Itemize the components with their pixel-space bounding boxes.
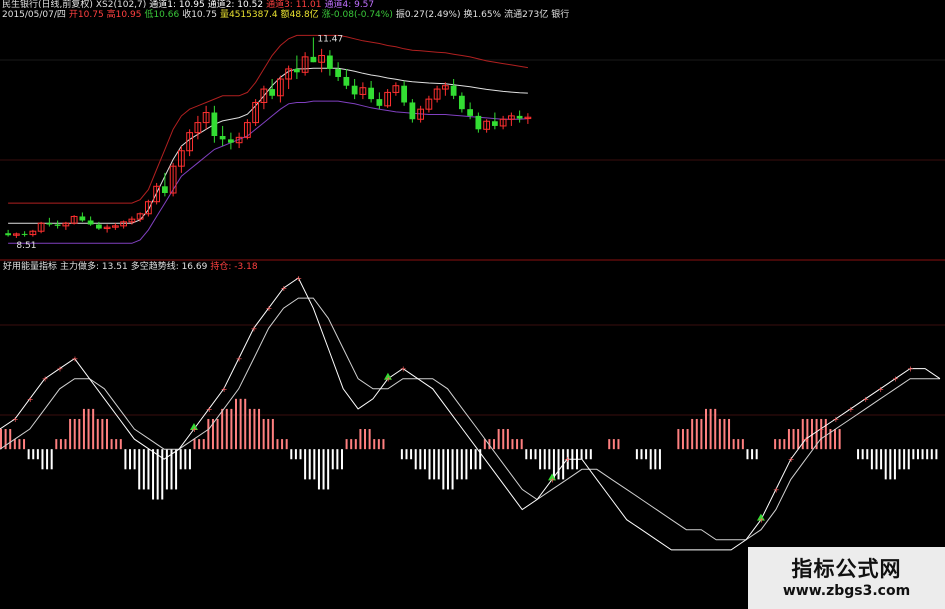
rising-marker: + xyxy=(818,425,825,434)
candle-body xyxy=(46,223,53,225)
rising-marker: + xyxy=(251,324,258,333)
candle-body xyxy=(475,115,482,130)
candle-body xyxy=(376,99,383,106)
candle-body xyxy=(293,68,300,73)
rising-marker: + xyxy=(788,455,795,464)
candle-body xyxy=(401,85,408,103)
rising-marker: + xyxy=(400,365,407,374)
main-force-line xyxy=(0,277,941,551)
rising-marker: + xyxy=(847,405,854,414)
candle-body xyxy=(79,216,86,221)
rising-marker: + xyxy=(236,355,243,364)
candle-body xyxy=(351,85,358,95)
rising-marker: + xyxy=(266,304,273,313)
rising-marker: + xyxy=(42,375,49,384)
rising-marker: + xyxy=(862,395,869,404)
mid-channel-line xyxy=(8,67,528,224)
lower-channel-line xyxy=(8,100,528,244)
candle-body xyxy=(211,112,218,136)
candle-body xyxy=(516,115,523,119)
rising-marker: + xyxy=(803,435,810,444)
rising-marker: + xyxy=(280,284,287,293)
rising-marker: + xyxy=(758,516,765,525)
candle-body xyxy=(368,87,375,100)
candle-body xyxy=(21,233,28,235)
price-high-label: 11.47 xyxy=(317,34,343,44)
candle-body xyxy=(219,136,226,140)
rising-marker: + xyxy=(206,405,213,414)
watermark-url: www.zbgs3.com xyxy=(782,583,911,599)
rising-marker: + xyxy=(892,375,899,384)
candle-body xyxy=(87,220,94,225)
candle-body xyxy=(335,68,342,77)
candle-body xyxy=(95,224,102,229)
watermark-title: 指标公式网 xyxy=(791,557,902,581)
price-low-label: 8.51 xyxy=(16,241,36,251)
rising-marker: + xyxy=(773,485,780,494)
candle-body xyxy=(491,121,498,126)
candle-body xyxy=(310,56,317,63)
candle-body xyxy=(5,233,12,236)
rising-marker: + xyxy=(221,385,228,394)
rising-marker: + xyxy=(72,355,79,364)
candle-body xyxy=(467,109,474,116)
rising-marker: + xyxy=(833,415,840,424)
candle-body xyxy=(409,102,416,120)
rising-marker: + xyxy=(564,455,571,464)
candle-body xyxy=(450,85,457,96)
trend-line xyxy=(0,297,940,541)
rising-marker: + xyxy=(385,375,392,384)
candle-body xyxy=(161,186,168,193)
watermark-logo: 指标公式网 www.zbgs3.com xyxy=(748,547,945,609)
rising-marker: + xyxy=(907,365,914,374)
rising-marker: + xyxy=(27,395,34,404)
rising-marker: + xyxy=(12,415,19,424)
candle-body xyxy=(326,55,333,69)
rising-marker: + xyxy=(295,274,302,283)
rising-marker: + xyxy=(191,425,198,434)
candle-body xyxy=(227,139,234,143)
rising-marker: + xyxy=(57,365,64,374)
candle-body xyxy=(54,224,61,226)
candle-body xyxy=(269,89,276,96)
rising-marker: + xyxy=(549,475,556,484)
candle-body xyxy=(343,76,350,86)
candle-body xyxy=(458,95,465,110)
rising-marker: + xyxy=(877,385,884,394)
chart-canvas: 11.47 8.51 + + + + + + + + + + + + + + + + + + + + + + + + + + + + xyxy=(0,34,945,551)
